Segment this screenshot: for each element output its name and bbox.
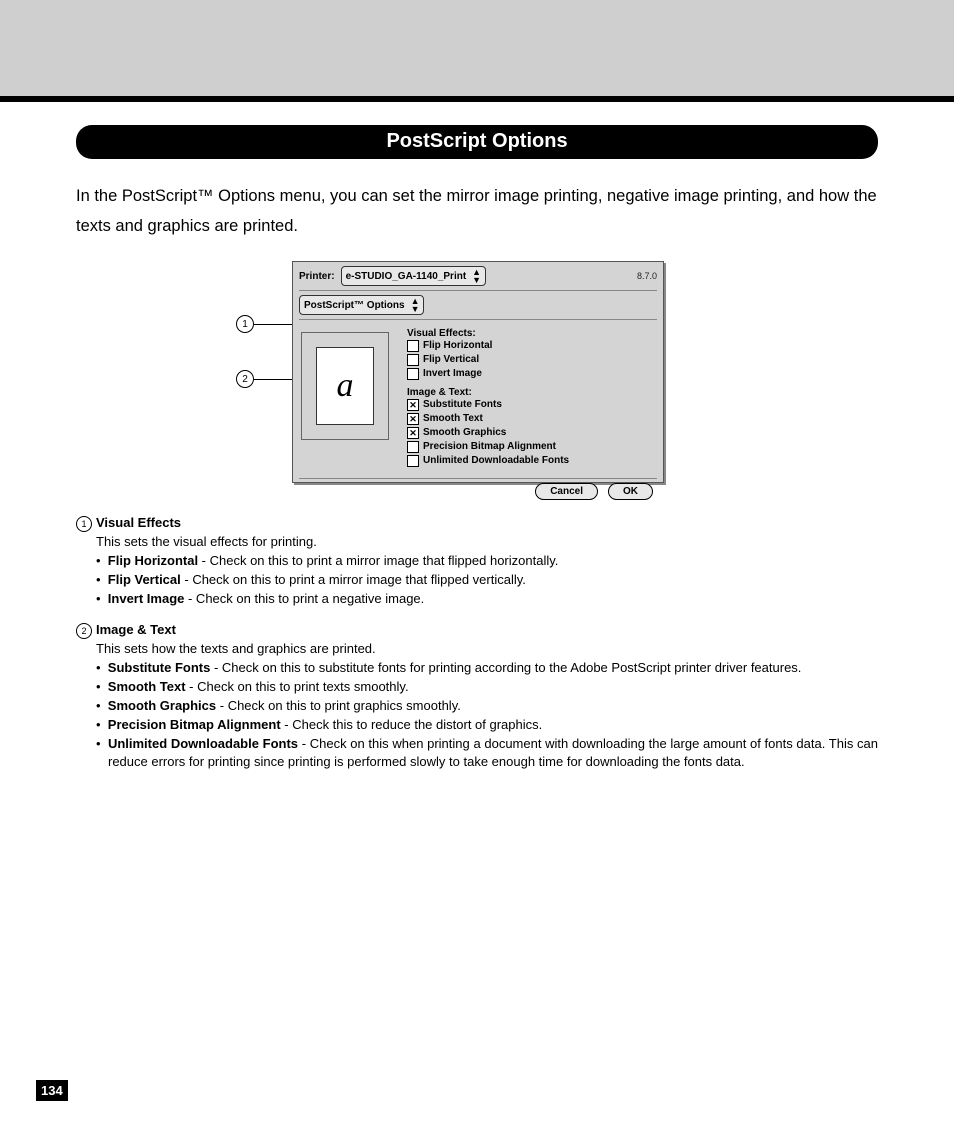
flip-horizontal-checkbox[interactable]: Flip Horizontal bbox=[407, 339, 655, 353]
description-block-1: 1 Visual Effects This sets the visual ef… bbox=[76, 514, 878, 609]
desc-2-bullet-3: Smooth Graphics - Check on this to print… bbox=[96, 697, 878, 715]
desc-1-title: Visual Effects bbox=[96, 514, 878, 532]
invert-image-checkbox[interactable]: Invert Image bbox=[407, 367, 655, 381]
ok-button[interactable]: OK bbox=[608, 483, 653, 500]
page-number: 134 bbox=[36, 1080, 68, 1101]
page: PostScript Options In the PostScript™ Op… bbox=[0, 0, 954, 1145]
checkbox-label: Smooth Text bbox=[423, 412, 483, 426]
desc-2-bullet-1: Substitute Fonts - Check on this to subs… bbox=[96, 659, 878, 677]
desc-1-subtitle: This sets the visual effects for printin… bbox=[96, 533, 878, 551]
dialog-separator-3 bbox=[299, 478, 657, 479]
description-block-2: 2 Image & Text This sets how the texts a… bbox=[76, 621, 878, 772]
checkbox-label: Precision Bitmap Alignment bbox=[423, 440, 556, 454]
callout-1-number: 1 bbox=[236, 315, 254, 333]
checkbox-label: Substitute Fonts bbox=[423, 398, 502, 412]
header-divider bbox=[0, 96, 954, 102]
dialog-separator-1 bbox=[299, 290, 657, 291]
header-band bbox=[0, 0, 954, 96]
dialog-body: a Visual Effects: Flip Horizontal Flip V… bbox=[293, 324, 663, 474]
desc-2-subtitle: This sets how the texts and graphics are… bbox=[96, 640, 878, 658]
checkbox-icon bbox=[407, 441, 419, 453]
image-text-heading: Image & Text: bbox=[407, 387, 655, 398]
smooth-graphics-checkbox[interactable]: ✕ Smooth Graphics bbox=[407, 426, 655, 440]
checkbox-label: Invert Image bbox=[423, 367, 482, 381]
smooth-text-checkbox[interactable]: ✕ Smooth Text bbox=[407, 412, 655, 426]
checkbox-icon: ✕ bbox=[407, 427, 419, 439]
section-title: PostScript Options bbox=[76, 125, 878, 159]
printer-label: Printer: bbox=[299, 271, 335, 282]
intro-paragraph: In the PostScript™ Options menu, you can… bbox=[76, 181, 878, 241]
visual-effects-heading: Visual Effects: bbox=[407, 328, 655, 339]
desc-1-bullet-2: Flip Vertical - Check on this to print a… bbox=[96, 571, 878, 589]
desc-1-number: 1 bbox=[76, 516, 92, 532]
desc-2-title: Image & Text bbox=[96, 621, 878, 639]
checkbox-icon bbox=[407, 368, 419, 380]
menu-dropdown[interactable]: PostScript™ Options ▲▼ bbox=[299, 295, 424, 315]
checkbox-label: Flip Horizontal bbox=[423, 339, 492, 353]
callout-2-number: 2 bbox=[236, 370, 254, 388]
dialog-button-row: Cancel OK bbox=[293, 483, 663, 508]
flip-vertical-checkbox[interactable]: Flip Vertical bbox=[407, 353, 655, 367]
checkbox-icon bbox=[407, 340, 419, 352]
checkbox-icon bbox=[407, 354, 419, 366]
checkbox-icon: ✕ bbox=[407, 413, 419, 425]
printer-dropdown-value: e-STUDIO_GA-1140_Print bbox=[346, 271, 467, 282]
updown-icon: ▲▼ bbox=[472, 268, 481, 284]
dialog-version: 8.7.0 bbox=[637, 271, 657, 281]
dialog-illustration: 1 2 Printer: e-STUDIO_GA-1140_Print ▲▼ 8… bbox=[282, 261, 672, 486]
updown-icon: ▲▼ bbox=[411, 297, 420, 313]
desc-2-bullet-5: Unlimited Downloadable Fonts - Check on … bbox=[96, 735, 878, 771]
checkbox-label: Flip Vertical bbox=[423, 353, 479, 367]
checkbox-icon: ✕ bbox=[407, 399, 419, 411]
desc-2-bullet-2: Smooth Text - Check on this to print tex… bbox=[96, 678, 878, 696]
unlimited-fonts-checkbox[interactable]: Unlimited Downloadable Fonts bbox=[407, 454, 655, 468]
substitute-fonts-checkbox[interactable]: ✕ Substitute Fonts bbox=[407, 398, 655, 412]
precision-bitmap-checkbox[interactable]: Precision Bitmap Alignment bbox=[407, 440, 655, 454]
desc-1-bullet-3: Invert Image - Check on this to print a … bbox=[96, 590, 878, 608]
checkbox-label: Unlimited Downloadable Fonts bbox=[423, 454, 569, 468]
checkbox-label: Smooth Graphics bbox=[423, 426, 506, 440]
preview-glyph: a bbox=[316, 347, 374, 425]
menu-row: PostScript™ Options ▲▼ bbox=[293, 295, 663, 315]
options-column: Visual Effects: Flip Horizontal Flip Ver… bbox=[407, 326, 655, 468]
content-area: PostScript Options In the PostScript™ Op… bbox=[76, 125, 878, 772]
printer-row: Printer: e-STUDIO_GA-1140_Print ▲▼ 8.7.0 bbox=[293, 262, 663, 286]
dialog-separator-2 bbox=[299, 319, 657, 320]
desc-1-bullet-1: Flip Horizontal - Check on this to print… bbox=[96, 552, 878, 570]
print-dialog: Printer: e-STUDIO_GA-1140_Print ▲▼ 8.7.0… bbox=[292, 261, 664, 483]
preview-frame: a bbox=[301, 332, 389, 440]
desc-2-number: 2 bbox=[76, 623, 92, 639]
checkbox-icon bbox=[407, 455, 419, 467]
desc-2-bullet-4: Precision Bitmap Alignment - Check this … bbox=[96, 716, 878, 734]
printer-dropdown[interactable]: e-STUDIO_GA-1140_Print ▲▼ bbox=[341, 266, 487, 286]
cancel-button[interactable]: Cancel bbox=[535, 483, 598, 500]
menu-dropdown-value: PostScript™ Options bbox=[304, 300, 405, 311]
